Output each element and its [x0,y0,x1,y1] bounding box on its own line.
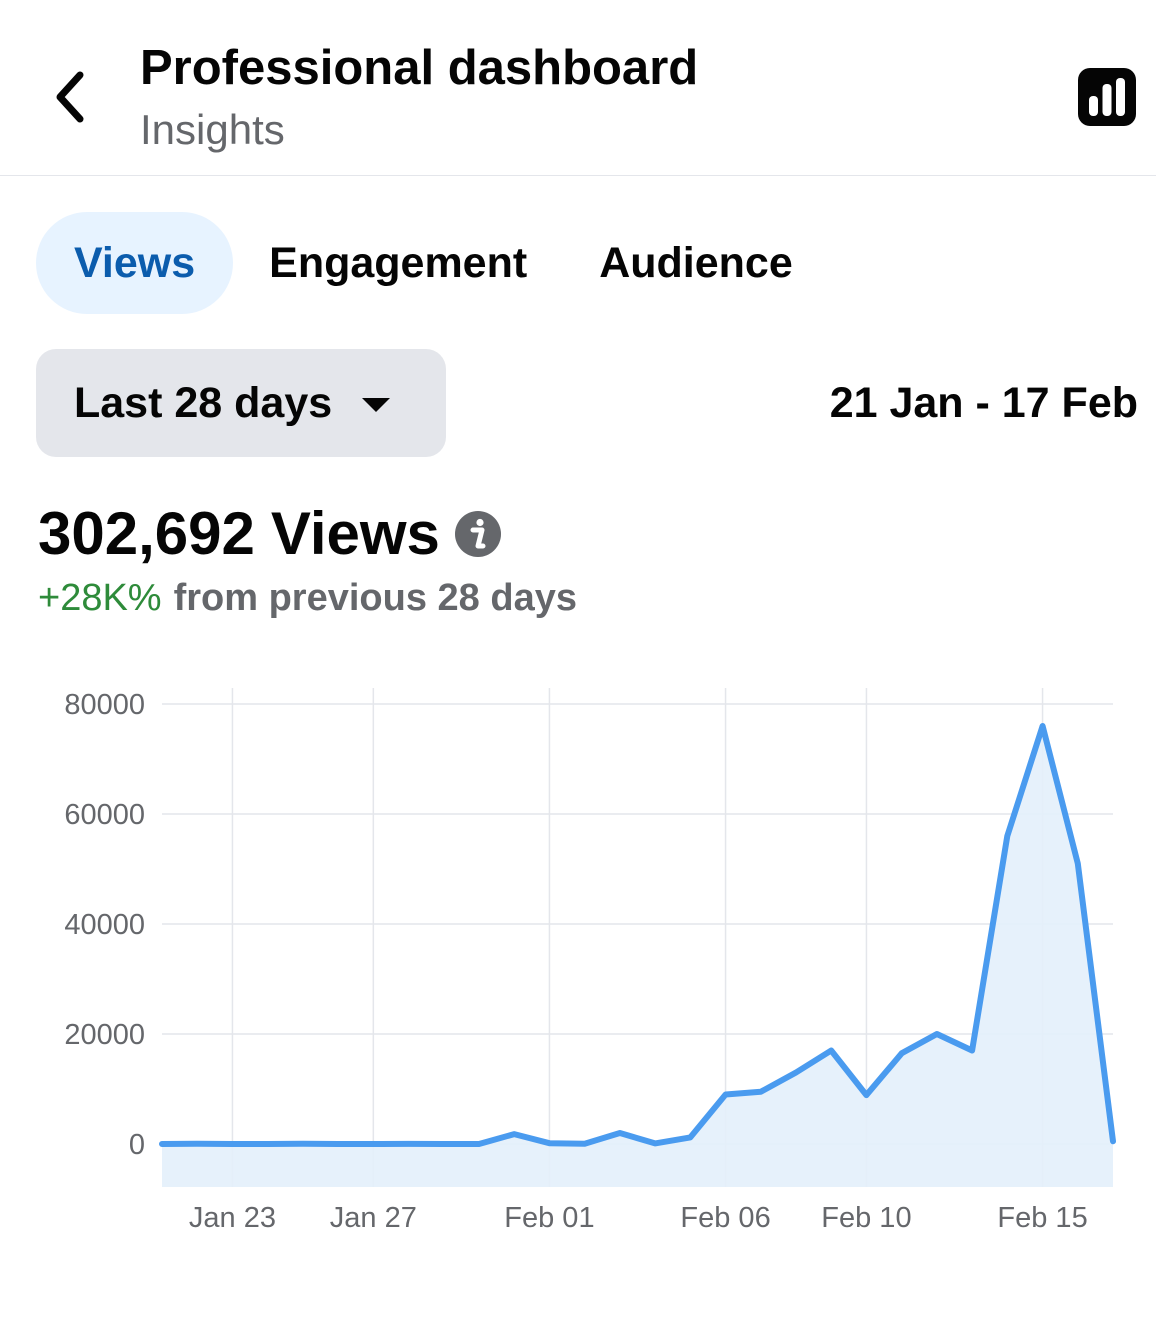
y-axis-labels: 80000 60000 40000 20000 0 [64,689,145,1161]
tab-audience[interactable]: Audience [563,212,829,314]
x-tick-label: Feb 06 [680,1202,770,1234]
tab-views[interactable]: Views [36,212,234,314]
tab-bar: Views Engagement Audience [36,212,829,314]
x-tick-label: Jan 27 [330,1202,417,1234]
views-count: 302,692 [38,500,255,567]
page-subtitle: Insights [140,106,285,153]
page-title: Professional dashboard [140,41,699,95]
top-bar: Professional dashboard Insights [0,0,1156,176]
x-tick-label: Feb 10 [821,1202,911,1234]
views-label: Views [270,500,440,567]
bar-chart-icon[interactable] [1076,66,1138,128]
tab-engagement[interactable]: Engagement [233,212,563,314]
x-tick-label: Feb 15 [997,1202,1087,1234]
y-tick-label: 40000 [64,909,145,941]
x-tick-label: Jan 23 [189,1202,276,1234]
date-range-dropdown[interactable]: Last 28 days [36,349,446,457]
chevron-left-icon [56,71,84,123]
views-line-chart: 80000 60000 40000 20000 0 Jan 23 Jan 27 Feb 01… [64,688,1116,1234]
change-description: from previous 28 days [173,577,577,619]
views-change: +28K% from previous 28 days [38,576,577,620]
y-tick-label: 60000 [64,799,145,831]
date-range-text: 21 Jan - 17 Feb [829,379,1138,427]
y-tick-label: 0 [129,1129,145,1161]
views-metric: 302,692 Views [38,500,502,568]
x-tick-label: Feb 01 [504,1202,594,1234]
back-button[interactable] [40,62,100,132]
info-icon[interactable] [454,510,502,558]
caret-down-icon [362,398,391,412]
change-percentage: +28K% [38,577,162,619]
y-tick-label: 80000 [64,689,145,721]
chart-area-fill [162,726,1113,1187]
date-range-dropdown-label: Last 28 days [74,378,333,427]
x-axis-labels: Jan 23 Jan 27 Feb 01 Feb 06 Feb 10 Feb 15 [189,1202,1088,1234]
y-tick-label: 20000 [64,1019,145,1051]
